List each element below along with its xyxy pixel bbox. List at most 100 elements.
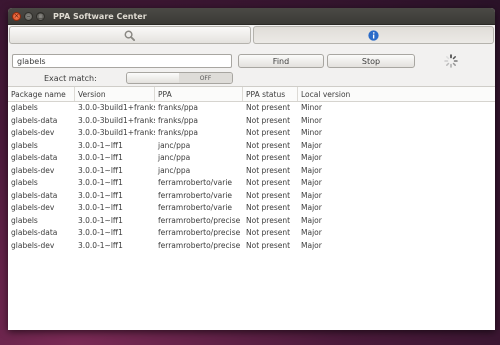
close-icon: × xyxy=(13,11,20,20)
cell-version: 3.0.0-1~lff1 xyxy=(78,190,123,200)
table-row[interactable]: glabels-dev 3.0.0-1~lff1 ferramroberto/pre… xyxy=(8,240,495,253)
window-title: PPA Software Center xyxy=(53,11,147,21)
cell-version: 3.0.0-1~lff1 xyxy=(78,153,123,162)
table-row[interactable]: glabels-data 3.0.0-1~lff1 janc/ppa Not pres… xyxy=(8,152,495,165)
exact-match-toggle[interactable]: OFF xyxy=(126,72,233,84)
table-row[interactable]: glabels-data 3.0.0-1~lff1 ferramroberto/va… xyxy=(8,190,495,203)
cell-package-name: glabels xyxy=(11,215,38,225)
table-row[interactable]: glabels-data 3.0.0-3build1+franks1 franks/… xyxy=(8,115,495,128)
cell-ppa: ferramroberto/precise xyxy=(158,215,241,225)
exact-match-row: Exact match: OFF xyxy=(8,72,495,86)
cell-ppa-status: Not present xyxy=(246,115,291,125)
cell-ppa: ferramroberto/varie xyxy=(158,203,233,212)
table-row[interactable]: glabels-dev 3.0.0-1~lff1 janc/ppa Not prese… xyxy=(8,165,495,178)
cell-ppa-status: Not present xyxy=(246,215,291,225)
close-button[interactable]: × xyxy=(12,11,21,21)
cell-package-name: glabels-dev xyxy=(11,128,55,137)
toggle-state-label: OFF xyxy=(179,73,232,83)
cell-ppa: janc/ppa xyxy=(158,165,191,175)
loading-spinner-icon xyxy=(444,54,458,68)
table-row[interactable]: glabels 3.0.0-3build1+franks1 franks/ppa No… xyxy=(8,102,495,115)
cell-version: 3.0.0-3build1+franks1 xyxy=(78,103,155,112)
table-body: glabels 3.0.0-3build1+franks1 franks/ppa No… xyxy=(8,102,495,252)
cell-package-name: glabels-data xyxy=(11,228,58,237)
cell-version: 3.0.0-3build1+franks1 xyxy=(78,128,155,137)
stop-button[interactable]: Stop xyxy=(327,54,415,68)
search-input[interactable] xyxy=(12,54,232,68)
cell-package-name: glabels xyxy=(11,103,38,112)
cell-package-name: glabels-dev xyxy=(11,203,55,212)
cell-local-version: Minor xyxy=(301,115,322,125)
cell-ppa: ferramroberto/precise xyxy=(158,240,241,250)
find-button-label: Find xyxy=(272,56,290,66)
app-window: × – □ PPA Software Center Find Stop xyxy=(8,8,495,330)
minimize-icon: – xyxy=(26,11,31,20)
column-header-ppa[interactable]: PPA xyxy=(155,87,243,101)
column-header-version[interactable]: Version xyxy=(75,87,155,101)
table-row[interactable]: glabels 3.0.0-1~lff1 ferramroberto/varie No… xyxy=(8,177,495,190)
cell-local-version: Minor xyxy=(301,103,322,112)
info-tab-button[interactable] xyxy=(252,26,494,44)
cell-package-name: glabels-data xyxy=(11,115,58,125)
minimize-button[interactable]: – xyxy=(24,11,33,21)
cell-package-name: glabels xyxy=(11,140,38,150)
cell-ppa: janc/ppa xyxy=(158,140,191,150)
cell-ppa-status: Not present xyxy=(246,153,291,162)
cell-version: 3.0.0-3build1+franks1 xyxy=(78,115,155,125)
table-row[interactable]: glabels 3.0.0-1~lff1 janc/ppa Not present Ma… xyxy=(8,140,495,153)
cell-ppa-status: Not present xyxy=(246,128,291,137)
cell-local-version: Major xyxy=(301,190,322,200)
toggle-knob[interactable] xyxy=(127,73,180,83)
cell-ppa-status: Not present xyxy=(246,203,291,212)
maximize-button[interactable]: □ xyxy=(36,11,45,21)
cell-ppa: franks/ppa xyxy=(158,103,198,112)
cell-local-version: Major xyxy=(301,215,322,225)
cell-ppa-status: Not present xyxy=(246,228,291,237)
cell-local-version: Major xyxy=(301,240,322,250)
toolbar xyxy=(8,25,495,45)
cell-ppa: ferramroberto/precise xyxy=(158,228,241,237)
cell-ppa: ferramroberto/varie xyxy=(158,178,233,187)
cell-package-name: glabels-dev xyxy=(11,240,55,250)
cell-local-version: Major xyxy=(301,140,322,150)
cell-version: 3.0.0-1~lff1 xyxy=(78,178,123,187)
cell-local-version: Major xyxy=(301,178,322,187)
cell-local-version: Major xyxy=(301,153,322,162)
package-table: Package name Version PPA PPA status Loca… xyxy=(8,86,495,330)
table-row[interactable]: glabels 3.0.0-1~lff1 ferramroberto/precise… xyxy=(8,215,495,228)
cell-ppa: janc/ppa xyxy=(158,153,191,162)
stop-button-label: Stop xyxy=(361,56,381,66)
table-row[interactable]: glabels-data 3.0.0-1~lff1 ferramroberto/pr… xyxy=(8,227,495,240)
cell-local-version: Major xyxy=(301,203,322,212)
cell-ppa-status: Not present xyxy=(246,190,291,200)
cell-local-version: Major xyxy=(301,228,322,237)
cell-version: 3.0.0-1~lff1 xyxy=(78,165,123,175)
cell-version: 3.0.0-1~lff1 xyxy=(78,140,123,150)
cell-ppa: ferramroberto/varie xyxy=(158,190,233,200)
maximize-icon: □ xyxy=(37,11,44,20)
column-header-package-name[interactable]: Package name xyxy=(8,87,75,101)
column-header-local-version[interactable]: Local version xyxy=(298,87,495,101)
search-row: Find Stop xyxy=(12,54,492,70)
cell-version: 3.0.0-1~lff1 xyxy=(78,240,123,250)
title-bar: × – □ PPA Software Center xyxy=(8,8,495,25)
find-button[interactable]: Find xyxy=(238,54,324,68)
cell-ppa-status: Not present xyxy=(246,140,291,150)
cell-ppa-status: Not present xyxy=(246,178,291,187)
search-tab-button[interactable] xyxy=(9,26,251,44)
column-header-ppa-status[interactable]: PPA status xyxy=(243,87,298,101)
cell-ppa: franks/ppa xyxy=(158,115,198,125)
cell-version: 3.0.0-1~lff1 xyxy=(78,215,123,225)
table-row[interactable]: glabels-dev 3.0.0-3build1+franks1 franks/p… xyxy=(8,127,495,140)
cell-ppa-status: Not present xyxy=(246,103,291,112)
cell-local-version: Major xyxy=(301,165,322,175)
cell-ppa-status: Not present xyxy=(246,165,291,175)
table-row[interactable]: glabels-dev 3.0.0-1~lff1 ferramroberto/var… xyxy=(8,202,495,215)
table-header: Package name Version PPA PPA status Loca… xyxy=(8,87,495,102)
cell-package-name: glabels-data xyxy=(11,153,58,162)
magnifier-icon xyxy=(124,30,136,41)
cell-package-name: glabels-data xyxy=(11,190,58,200)
cell-package-name: glabels xyxy=(11,178,38,187)
cell-local-version: Minor xyxy=(301,128,322,137)
cell-version: 3.0.0-1~lff1 xyxy=(78,228,123,237)
